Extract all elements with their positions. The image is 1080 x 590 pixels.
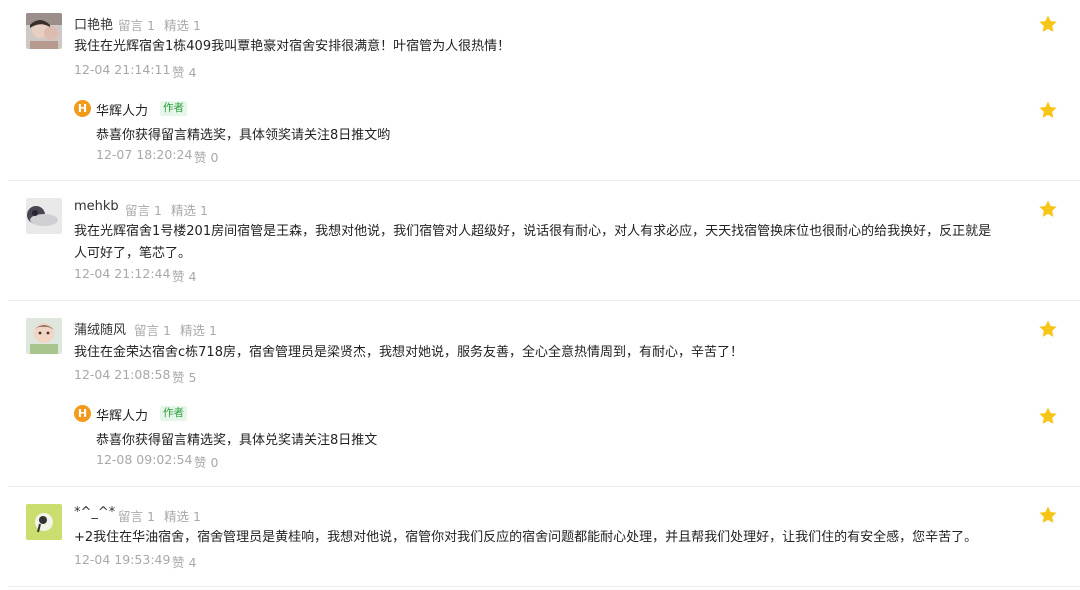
comment-time: 12-04 19:53:49 <box>74 552 171 567</box>
divider <box>8 586 1080 587</box>
divider <box>8 180 1080 181</box>
comment-text: 我住在金荣达宿舍c栋718房，宿舍管理员是梁贤杰，我想对她说，服务友善，全心全意… <box>74 345 743 360</box>
message-count: 留言 1 <box>134 323 171 338</box>
author-name: 华辉人力 <box>96 409 149 424</box>
star-icon[interactable] <box>1038 505 1058 525</box>
reply-like-count[interactable]: 赞 0 <box>194 147 218 166</box>
reply-text: 恭喜你获得留言精选奖，具体领奖请关注8日推文哟 <box>96 128 391 143</box>
star-icon[interactable] <box>1038 14 1058 34</box>
comment-time: 12-04 21:12:44 <box>74 266 171 281</box>
author-logo: H <box>74 100 91 117</box>
reply-text: 恭喜你获得留言精选奖，具体兑奖请关注8日推文 <box>96 433 378 448</box>
message-count: 留言 1 <box>118 509 155 524</box>
reply-like-count[interactable]: 赞 0 <box>194 452 218 471</box>
selected-count: 精选 1 <box>171 203 208 218</box>
comment-text: 我在光辉宿舍1号楼201房间宿管是王森，我想对他说，我们宿管对人超级好，说话很有… <box>74 224 992 261</box>
divider <box>8 300 1080 301</box>
comment-text: +2我住在华油宿舍，宿舍管理员是黄桂响，我想对他说，宿管你对我们反应的宿舍问题都… <box>74 530 978 545</box>
avatar[interactable] <box>26 504 62 540</box>
like-count[interactable]: 赞 4 <box>172 266 196 285</box>
reply-time: 12-07 18:20:24 <box>96 147 193 162</box>
author-badge: 作者 <box>160 101 187 116</box>
star-icon[interactable] <box>1038 319 1058 339</box>
author-badge: 作者 <box>160 406 187 421</box>
commenter-name: *^_^* <box>74 505 116 520</box>
comment-time: 12-04 21:08:58 <box>74 367 171 382</box>
like-count[interactable]: 赞 4 <box>172 552 196 571</box>
selected-count: 精选 1 <box>164 509 201 524</box>
star-icon[interactable] <box>1038 199 1058 219</box>
avatar[interactable] <box>26 13 62 49</box>
star-icon[interactable] <box>1038 100 1058 120</box>
author-name: 华辉人力 <box>96 104 149 119</box>
comment-list: 口艳艳 留言 1 精选 1 我住在光辉宿舍1栋409我叫覃艳豪对宿舍安排很满意！… <box>0 0 1080 590</box>
reply-time: 12-08 09:02:54 <box>96 452 193 467</box>
avatar[interactable] <box>26 198 62 234</box>
star-icon[interactable] <box>1038 406 1058 426</box>
selected-count: 精选 1 <box>164 18 201 33</box>
commenter-name: 口艳艳 <box>74 18 114 33</box>
divider <box>8 486 1080 487</box>
author-logo: H <box>74 405 91 422</box>
commenter-name: mehkb <box>74 199 119 214</box>
like-count[interactable]: 赞 5 <box>172 367 196 386</box>
commenter-name: 蒲绒随风 <box>74 323 127 338</box>
avatar[interactable] <box>26 318 62 354</box>
like-count[interactable]: 赞 4 <box>172 62 196 81</box>
comment-text: 我住在光辉宿舍1栋409我叫覃艳豪对宿舍安排很满意！叶宿管为人很热情！ <box>74 39 511 54</box>
message-count: 留言 1 <box>125 203 162 218</box>
message-count: 留言 1 <box>118 18 155 33</box>
selected-count: 精选 1 <box>180 323 217 338</box>
comment-time: 12-04 21:14:11 <box>74 62 171 77</box>
